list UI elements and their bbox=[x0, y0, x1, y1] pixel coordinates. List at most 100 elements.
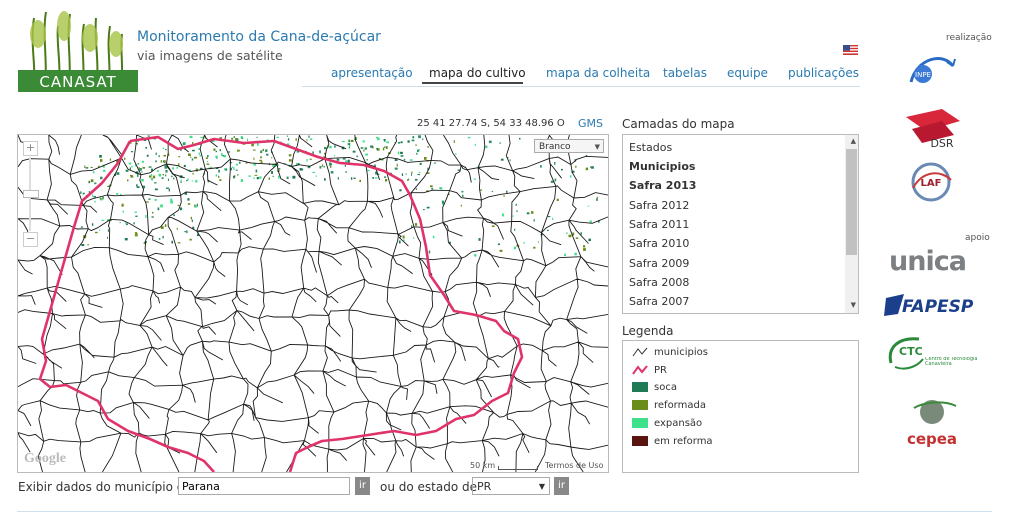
terms-link[interactable]: Termos de Uso bbox=[545, 461, 603, 470]
canasat-logo[interactable]: CANASAT bbox=[16, 4, 140, 94]
inpe-logo[interactable]: INPE bbox=[903, 50, 959, 92]
map-canvas[interactable]: + − Branco ▼ Google 50 km Termos de Uso bbox=[17, 134, 609, 473]
cane-spot bbox=[575, 165, 577, 168]
cane-spot bbox=[306, 139, 308, 141]
layer-safra-2008[interactable]: Safra 2008 bbox=[629, 276, 689, 289]
cane-spot bbox=[460, 204, 462, 207]
cane-spot bbox=[276, 136, 279, 138]
cane-spot bbox=[147, 135, 150, 137]
cane-spot bbox=[386, 141, 389, 144]
cane-spot bbox=[336, 158, 340, 161]
layers-scroll-thumb[interactable] bbox=[846, 149, 857, 255]
layers-list[interactable]: Estados Municipios Safra 2013 Safra 2012… bbox=[622, 134, 859, 314]
nav-mapa-da-colheita[interactable]: mapa da colheita bbox=[546, 66, 650, 80]
layer-safra-2007[interactable]: Safra 2007 bbox=[629, 295, 689, 308]
layer-safra-2012[interactable]: Safra 2012 bbox=[629, 199, 689, 212]
cane-spot bbox=[130, 175, 134, 178]
cane-spot bbox=[540, 165, 542, 168]
municipio-input[interactable] bbox=[178, 477, 350, 495]
zoom-in-button[interactable]: + bbox=[23, 141, 38, 156]
cane-spot bbox=[187, 203, 191, 205]
nav-apresentacao[interactable]: apresentação bbox=[331, 66, 413, 80]
layer-safra-2011[interactable]: Safra 2011 bbox=[629, 218, 689, 231]
municipio-go-button[interactable]: ir bbox=[355, 477, 370, 495]
cane-spot bbox=[137, 174, 139, 178]
cane-spot bbox=[467, 136, 471, 139]
cane-spot bbox=[107, 236, 108, 239]
cane-spot bbox=[137, 163, 140, 165]
chevron-down-icon: ▼ bbox=[538, 482, 545, 491]
cane-spot bbox=[253, 177, 255, 180]
cepea-text: cepea bbox=[907, 430, 957, 448]
cane-spot bbox=[513, 246, 516, 250]
google-logo[interactable]: Google bbox=[24, 451, 66, 467]
cane-spot bbox=[491, 225, 495, 227]
cane-spot bbox=[523, 241, 525, 244]
cane-spot bbox=[195, 179, 198, 183]
legend-label: municipios bbox=[654, 347, 708, 358]
layer-safra-2009[interactable]: Safra 2009 bbox=[629, 257, 689, 270]
basemap-select[interactable]: Branco ▼ bbox=[534, 139, 604, 153]
layer-safra-2010[interactable]: Safra 2010 bbox=[629, 237, 689, 250]
cane-spot bbox=[109, 158, 112, 161]
cane-spot bbox=[503, 195, 505, 197]
cane-spot bbox=[506, 190, 508, 193]
color-swatch bbox=[632, 418, 648, 428]
ctc-logo[interactable]: CTC Centro de Tecnologia Canavieira bbox=[885, 333, 985, 373]
estado-select[interactable]: PR ▼ bbox=[472, 477, 550, 495]
dsr-logo[interactable]: DSR bbox=[902, 107, 964, 150]
laf-logo[interactable]: LAF bbox=[903, 158, 959, 206]
nav-publicacoes[interactable]: publicações bbox=[788, 66, 859, 80]
cane-spot bbox=[288, 159, 292, 162]
cane-spot bbox=[399, 189, 402, 192]
zoom-slider-handle[interactable] bbox=[23, 190, 39, 198]
cane-spot bbox=[94, 200, 96, 203]
cane-spot bbox=[91, 223, 94, 226]
cane-spot bbox=[161, 177, 164, 179]
nav-tabelas[interactable]: tabelas bbox=[663, 66, 707, 80]
cane-spot bbox=[374, 177, 378, 179]
cane-spot bbox=[253, 157, 255, 161]
cane-spot bbox=[384, 146, 386, 148]
cane-spot bbox=[366, 159, 368, 161]
cane-spot bbox=[367, 169, 369, 172]
cane-spot bbox=[412, 136, 415, 139]
cane-spot bbox=[312, 151, 314, 154]
scroll-down-icon[interactable]: ▼ bbox=[851, 301, 856, 309]
cane-spot bbox=[348, 139, 350, 143]
layer-safra-2013[interactable]: Safra 2013 bbox=[629, 179, 696, 192]
cane-spot bbox=[411, 139, 415, 142]
layer-estados[interactable]: Estados bbox=[629, 141, 672, 154]
coord-format-link[interactable]: GMS bbox=[578, 117, 603, 130]
zoom-out-button[interactable]: − bbox=[23, 232, 38, 247]
nav-equipe[interactable]: equipe bbox=[727, 66, 768, 80]
cane-spot bbox=[583, 248, 586, 251]
layer-municipios[interactable]: Municipios bbox=[629, 160, 695, 173]
cane-spot bbox=[94, 182, 97, 185]
cane-spot bbox=[321, 164, 324, 167]
legend-item-pr: PR bbox=[632, 365, 667, 376]
unica-logo[interactable]: unica bbox=[889, 246, 984, 278]
cane-spot bbox=[136, 186, 140, 188]
color-swatch bbox=[632, 436, 648, 446]
cane-spot bbox=[574, 252, 577, 256]
cane-spot bbox=[87, 244, 89, 246]
cane-spot bbox=[85, 167, 89, 169]
scroll-up-icon[interactable]: ▲ bbox=[851, 137, 856, 145]
cane-spot bbox=[292, 175, 296, 179]
fapesp-logo[interactable]: FAPESP bbox=[884, 292, 988, 318]
cane-spot bbox=[158, 238, 161, 240]
nav-mapa-do-cultivo[interactable]: mapa do cultivo bbox=[429, 66, 526, 80]
estado-go-button[interactable]: ir bbox=[554, 477, 569, 495]
cane-spot bbox=[145, 201, 149, 203]
scale-bar bbox=[498, 466, 538, 470]
map-layer bbox=[18, 135, 608, 472]
site-title[interactable]: Monitoramento da Cana-de-açúcar bbox=[137, 29, 381, 45]
cane-spot bbox=[235, 163, 239, 166]
legend-item-municipios: municipios bbox=[632, 347, 708, 358]
cane-spot bbox=[92, 171, 95, 174]
legend-item-em-reforma: em reforma bbox=[632, 436, 713, 447]
cane-spot bbox=[189, 238, 192, 241]
cepea-logo[interactable]: cepea bbox=[894, 392, 970, 450]
us-flag-icon[interactable] bbox=[843, 40, 858, 55]
